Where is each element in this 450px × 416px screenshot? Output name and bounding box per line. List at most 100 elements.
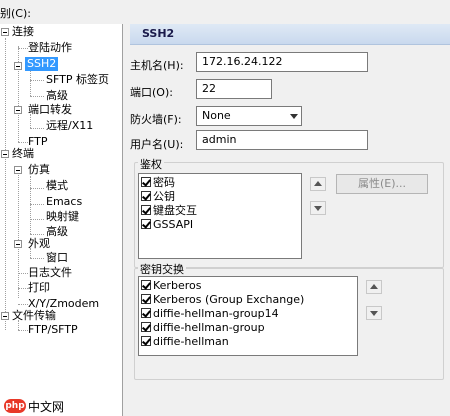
username-label: 用户名(U): bbox=[130, 138, 184, 151]
tree-item-file-transfer[interactable]: 文件传输 bbox=[12, 309, 56, 323]
settings-panel: SSH2 主机名(H): 172.16.24.122 端口(O): 22 防火墙… bbox=[126, 24, 450, 416]
checkbox-checked-icon[interactable] bbox=[141, 205, 151, 215]
auth-item-label: 键盘交互 bbox=[153, 204, 197, 217]
kex-item-label: diffie-hellman-group14 bbox=[153, 307, 279, 320]
list-item[interactable]: diffie-hellman-group bbox=[141, 321, 265, 334]
php-logo-icon: php bbox=[4, 399, 26, 413]
tree-line bbox=[30, 234, 44, 235]
firewall-label: 防火墙(F): bbox=[130, 113, 182, 126]
kex-item-label: Kerberos bbox=[153, 279, 202, 292]
tree-item-ssh2[interactable]: SSH2 bbox=[25, 57, 59, 71]
kex-move-down-button[interactable] bbox=[366, 306, 382, 320]
tree-line bbox=[18, 273, 28, 274]
tree-line bbox=[18, 142, 28, 143]
arrow-up-icon bbox=[314, 181, 322, 186]
move-up-button[interactable] bbox=[310, 177, 326, 191]
checkbox-checked-icon[interactable] bbox=[141, 322, 151, 332]
kex-methods-list[interactable]: Kerberos Kerberos (Group Exchange) diffi… bbox=[138, 276, 358, 356]
tree-line bbox=[30, 219, 44, 220]
username-input[interactable]: admin bbox=[196, 130, 368, 150]
kex-item-label: Kerberos (Group Exchange) bbox=[153, 293, 305, 306]
checkbox-checked-icon[interactable] bbox=[141, 280, 151, 290]
list-item[interactable]: GSSAPI bbox=[141, 218, 193, 231]
tree-item-remote-x11[interactable]: 远程/X11 bbox=[46, 119, 93, 133]
tree-item-printing[interactable]: 打印 bbox=[28, 281, 50, 295]
tree-line bbox=[30, 176, 31, 234]
checkbox-checked-icon[interactable] bbox=[141, 177, 151, 187]
tree-item-log-file[interactable]: 日志文件 bbox=[28, 266, 72, 280]
auth-methods-list[interactable]: 密码 公钥 键盘交互 GSSAPI bbox=[138, 173, 302, 259]
port-input[interactable]: 22 bbox=[196, 79, 272, 99]
tree-item-ftp-sftp[interactable]: FTP/SFTP bbox=[28, 323, 78, 337]
collapse-toggle-emulation[interactable] bbox=[14, 166, 22, 174]
port-label: 端口(O): bbox=[130, 86, 173, 99]
tree-line bbox=[18, 288, 28, 289]
hostname-label: 主机名(H): bbox=[130, 59, 184, 72]
kex-move-up-button[interactable] bbox=[366, 280, 382, 294]
tree-line bbox=[30, 128, 44, 129]
tree-item-mapped-keys[interactable]: 映射键 bbox=[46, 210, 79, 224]
tree-line bbox=[30, 204, 44, 205]
tree-item-window[interactable]: 窗口 bbox=[46, 251, 68, 265]
move-down-button[interactable] bbox=[310, 201, 326, 215]
tree-item-sftp-tab[interactable]: SFTP 标签页 bbox=[46, 73, 109, 87]
collapse-toggle-ssh2[interactable] bbox=[14, 62, 22, 70]
auth-item-label: 密码 bbox=[153, 176, 175, 189]
collapse-toggle-port-forwarding[interactable] bbox=[14, 106, 22, 114]
list-item[interactable]: 公钥 bbox=[141, 190, 175, 203]
tree-line bbox=[18, 46, 19, 142]
category-label: 别(C): bbox=[0, 7, 31, 20]
collapse-toggle-terminal[interactable] bbox=[1, 150, 9, 158]
checkbox-checked-icon[interactable] bbox=[141, 294, 151, 304]
kex-item-label: diffie-hellman bbox=[153, 335, 229, 348]
kex-title: 密钥交换 bbox=[138, 261, 186, 277]
list-item[interactable]: 键盘交互 bbox=[141, 204, 197, 217]
tree-item-emulation[interactable]: 仿真 bbox=[28, 163, 50, 177]
tree-item-port-forwarding[interactable]: 端口转发 bbox=[28, 103, 72, 117]
tree-item-terminal[interactable]: 终端 bbox=[12, 147, 34, 161]
panel-header: SSH2 bbox=[130, 24, 450, 45]
checkbox-checked-icon[interactable] bbox=[141, 308, 151, 318]
watermark: php 中文网 bbox=[4, 398, 64, 414]
firewall-select[interactable]: None bbox=[196, 106, 302, 126]
tree-line bbox=[30, 96, 44, 97]
auth-title: 鉴权 bbox=[138, 156, 164, 172]
watermark-text: 中文网 bbox=[28, 399, 65, 414]
tree-line bbox=[18, 330, 28, 331]
firewall-value: None bbox=[202, 109, 231, 122]
checkbox-checked-icon[interactable] bbox=[141, 191, 151, 201]
list-item[interactable]: Kerberos (Group Exchange) bbox=[141, 293, 304, 306]
tree-item-login-actions[interactable]: 登陆动作 bbox=[28, 41, 72, 55]
collapse-toggle-connection[interactable] bbox=[1, 28, 9, 36]
kex-item-label: diffie-hellman-group bbox=[153, 321, 265, 334]
tree-line bbox=[30, 80, 44, 81]
list-item[interactable]: diffie-hellman-group14 bbox=[141, 307, 279, 320]
tree-item-emacs[interactable]: Emacs bbox=[46, 195, 82, 209]
tree-item-connection[interactable]: 连接 bbox=[12, 25, 34, 39]
tree-line bbox=[30, 68, 31, 96]
arrow-down-icon bbox=[314, 206, 322, 211]
checkbox-checked-icon[interactable] bbox=[141, 336, 151, 346]
collapse-toggle-appearance[interactable] bbox=[14, 240, 22, 248]
tree-line bbox=[18, 304, 28, 305]
auth-item-label: GSSAPI bbox=[153, 218, 194, 231]
category-tree[interactable]: 连接 登陆动作 SSH2 SFTP 标签页 高级 端口转发 远程/X11 FTP… bbox=[0, 24, 123, 416]
hostname-input[interactable]: 172.16.24.122 bbox=[196, 52, 368, 72]
tree-item-appearance[interactable]: 外观 bbox=[28, 237, 50, 251]
properties-button[interactable]: 属性(E)... bbox=[336, 174, 428, 194]
collapse-toggle-file-transfer[interactable] bbox=[1, 312, 9, 320]
list-item[interactable]: 密码 bbox=[141, 176, 175, 189]
tree-line bbox=[5, 38, 6, 330]
auth-item-label: 公钥 bbox=[153, 190, 175, 203]
chevron-down-icon bbox=[290, 114, 298, 119]
arrow-down-icon bbox=[370, 311, 378, 316]
list-item[interactable]: Kerberos bbox=[141, 279, 201, 292]
arrow-up-icon bbox=[370, 284, 378, 289]
list-item[interactable]: diffie-hellman bbox=[141, 335, 229, 348]
panel-title: SSH2 bbox=[142, 27, 175, 40]
tree-line bbox=[30, 188, 44, 189]
tree-line bbox=[18, 48, 28, 49]
tree-item-ssh2-advanced[interactable]: 高级 bbox=[46, 89, 68, 103]
tree-item-modes[interactable]: 模式 bbox=[46, 179, 68, 193]
checkbox-checked-icon[interactable] bbox=[141, 219, 151, 229]
